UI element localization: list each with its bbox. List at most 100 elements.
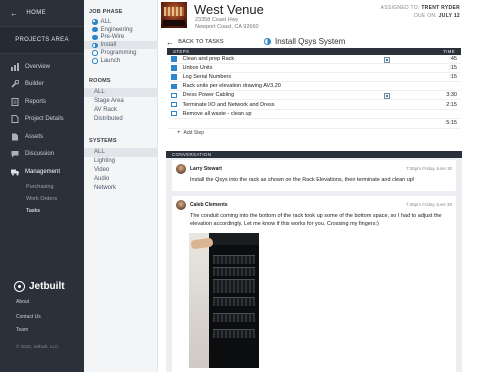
step-row[interactable]: Rack units per elevation drawing AV3.20 (167, 82, 461, 92)
conversation-header: CONVERSATION (166, 151, 462, 158)
step-time: :15 (449, 74, 457, 81)
footer-link-contact[interactable]: Contact Us (16, 314, 41, 320)
venue-address-line1: 23358 Coast Hwy (195, 17, 239, 23)
room-filter-stage-area[interactable]: Stage Area (84, 97, 157, 106)
sidebar-item-project-details[interactable]: Project Details (0, 111, 84, 129)
sidebar-subitem-purchasing[interactable]: Purchasing (0, 181, 84, 193)
home-link[interactable]: ← HOME (0, 0, 84, 26)
file-icon (10, 115, 19, 124)
sidebar-item-discussion[interactable]: Discussion (0, 146, 84, 164)
wrench-icon (10, 80, 19, 89)
step-label: Log Serial Numbers (182, 74, 232, 81)
step-checkbox[interactable] (171, 74, 177, 80)
room-filter-av-rack[interactable]: AV Rack (84, 106, 157, 115)
sidebar-subitem-work-orders[interactable]: Work Orders (0, 193, 84, 205)
step-checkbox[interactable] (171, 56, 177, 62)
step-label: Terminate I/O and Network and Dress (182, 101, 275, 108)
sidebar-item-label: Builder (25, 81, 44, 88)
attached-rack-photo[interactable] (189, 233, 259, 368)
progress-pie-icon (92, 42, 98, 49)
step-row[interactable]: Unbox Units:15 (167, 64, 461, 74)
job-phase-engineering[interactable]: Engineering (84, 26, 157, 34)
message-timestamp: 7:36pm Friday June 30 (405, 202, 452, 207)
room-filter-all[interactable]: ALL (84, 87, 157, 97)
system-filter-lighting[interactable]: Lighting (84, 157, 157, 166)
brand-name: Jetbuilt (29, 281, 65, 292)
sidebar-item-builder[interactable]: Builder (0, 76, 84, 94)
sidebar-item-overview[interactable]: Overview (0, 58, 84, 76)
footer-link-team[interactable]: Team (16, 327, 28, 333)
system-filter-video[interactable]: Video (84, 166, 157, 175)
step-row[interactable]: Log Serial Numbers :15 (167, 73, 461, 83)
copyright-text: © 2015, Jetbuilt, LLC. (16, 344, 60, 349)
assigned-name: TRENT RYDER (421, 5, 460, 11)
job-phase-launch[interactable]: Launch (84, 57, 157, 65)
add-step-button[interactable]: + Add Step (167, 129, 461, 138)
message-text: The conduit coming into the bottom of th… (190, 213, 442, 227)
home-label: HOME (26, 10, 47, 16)
job-phase-pre-wire[interactable]: Pre-Wire (84, 34, 157, 42)
filter-panel: JOB PHASE ALL Engineering Pre-Wire Insta… (84, 0, 158, 372)
message-card: Larry Stewart 7:36pm Friday June 30 Inst… (172, 160, 456, 191)
room-filter-distributed[interactable]: Distributed (84, 115, 157, 124)
due-date: DUE ON: JULY 12 (414, 13, 460, 19)
photo-rack-unit (213, 279, 255, 293)
assigned-to: ASSIGNED TO: TRENT RYDER (381, 5, 460, 11)
step-checkbox[interactable] (171, 65, 177, 71)
step-row[interactable]: Remove all waste - clean up (167, 110, 461, 119)
progress-pie-icon (92, 26, 98, 33)
progress-pie-icon (92, 58, 98, 64)
progress-pie-icon (264, 38, 271, 45)
image-attachment-icon[interactable] (384, 92, 390, 99)
job-phase-label: ALL (100, 18, 112, 25)
step-label: Clean and prep Rack (182, 56, 235, 63)
time-column-header: TIME (443, 49, 455, 54)
sidebar-item-label: Assets (25, 133, 44, 140)
message-author: Caleb Clements (190, 202, 228, 208)
task-title: Install Qsys System (264, 37, 345, 46)
step-checkbox[interactable] (171, 110, 177, 117)
back-to-tasks-link[interactable]: ← BACK TO TASKS (166, 38, 224, 47)
total-time: 5:15 (167, 119, 461, 129)
job-phase-programming[interactable]: Programming (84, 49, 157, 57)
job-phase-install[interactable]: Install (84, 41, 157, 50)
sidebar-item-label: Overview (25, 63, 51, 70)
system-filter-all[interactable]: ALL (84, 147, 157, 157)
task-header: ← BACK TO TASKS Install Qsys System (166, 37, 466, 47)
step-checkbox[interactable] (171, 101, 177, 108)
sidebar-item-management[interactable]: Management (0, 163, 84, 181)
sidebar-item-assets[interactable]: Assets (0, 128, 84, 146)
message-card: Caleb Clements 7:36pm Friday June 30 The… (172, 196, 456, 372)
system-filter-network[interactable]: Network (84, 184, 157, 193)
due-label: DUE ON: (414, 13, 437, 19)
step-time: 3:30 (446, 92, 457, 99)
step-row[interactable]: Clean and prep Rack:45 (167, 55, 461, 65)
step-row[interactable]: Terminate I/O and Network and Dress 2:15 (167, 100, 461, 110)
steps-table-header: STEPS TIME (167, 48, 461, 55)
footer-link-about[interactable]: About (16, 299, 29, 305)
steps-table: STEPS TIME Clean and prep Rack:45 Unbox U… (167, 48, 461, 148)
chat-bubble-icon (10, 150, 19, 159)
due-value: JULY 12 (438, 13, 460, 19)
task-title-text: Install Qsys System (275, 37, 346, 46)
step-label: Rack units per elevation drawing AV3.20 (182, 83, 281, 90)
steps-column-header: STEPS (173, 49, 190, 54)
job-phase-all[interactable]: ALL (84, 18, 157, 26)
venue-title: West Venue (194, 2, 264, 17)
sidebar-item-reports[interactable]: Reports (0, 93, 84, 111)
step-row[interactable]: Dress Power Cabling 3:30 (167, 91, 461, 101)
image-attachment-icon[interactable] (384, 56, 390, 63)
sidebar-subitem-label: Purchasing (26, 183, 54, 190)
job-phase-label: Pre-Wire (100, 34, 125, 41)
conversation-panel: CONVERSATION Larry Stewart 7:36pm Friday… (166, 151, 462, 372)
photo-rack-unit (213, 297, 255, 306)
step-checkbox[interactable] (171, 83, 177, 90)
step-label: Dress Power Cabling (182, 92, 235, 99)
back-arrow-icon: ← (166, 37, 175, 47)
system-filter-audio[interactable]: Audio (84, 175, 157, 184)
sidebar-subitem-tasks[interactable]: Tasks (0, 205, 84, 217)
projects-area-header: PROJECTS AREA (0, 26, 84, 54)
step-checkbox[interactable] (171, 92, 177, 99)
sidebar-subitem-label: Tasks (26, 207, 41, 214)
venue-thumbnail (161, 2, 187, 28)
